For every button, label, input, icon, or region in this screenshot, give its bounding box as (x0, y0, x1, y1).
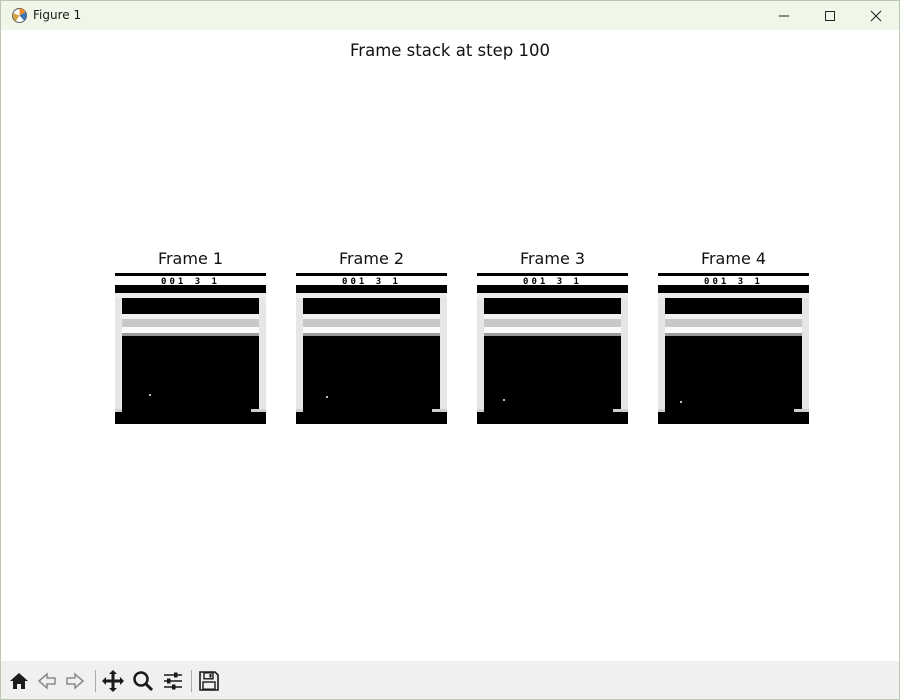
ball (149, 394, 151, 396)
frame-1-title: Frame 1 (157, 249, 224, 268)
right-wall (802, 293, 809, 413)
window-title: Figure 1 (33, 8, 82, 22)
minimize-button[interactable] (761, 1, 807, 30)
right-wall (259, 293, 266, 413)
close-button[interactable] (853, 1, 899, 30)
frame-4-image: 001 3 1 (658, 273, 809, 424)
figure-window: Figure 1 Frame stack at step 100 Frame 1… (0, 0, 900, 700)
stripe-2 (303, 319, 440, 327)
stripe-3 (303, 327, 440, 333)
top-marker (206, 336, 213, 340)
stripe-3 (122, 327, 259, 333)
stripe-1 (303, 314, 440, 319)
left-paddle (115, 409, 122, 412)
top-wall (477, 293, 628, 298)
ball (503, 399, 505, 401)
back-button[interactable] (35, 669, 59, 693)
playfield (665, 336, 802, 424)
right-paddle (251, 409, 266, 412)
toolbar-separator (191, 670, 192, 692)
save-button[interactable] (197, 669, 221, 693)
playfield (122, 336, 259, 424)
stripe-4 (303, 333, 440, 336)
frame-gap (296, 285, 447, 293)
stripe-2 (665, 319, 802, 327)
figure-title: Frame stack at step 100 (350, 41, 550, 60)
frame-1-image: 001 3 1 (115, 273, 266, 424)
matplotlib-app-icon (12, 8, 27, 23)
frame-2-image: 001 3 1 (296, 273, 447, 424)
stripe-4 (665, 333, 802, 336)
upper-block (122, 298, 259, 314)
left-paddle (477, 409, 484, 412)
bottom-strip (658, 412, 809, 424)
configure-subplots-button[interactable] (161, 669, 185, 693)
stripe-1 (484, 314, 621, 319)
upper-block (303, 298, 440, 314)
forward-button[interactable] (63, 669, 87, 693)
right-paddle (432, 409, 447, 412)
stripe-3 (665, 327, 802, 333)
ball (326, 396, 328, 398)
right-wall (621, 293, 628, 413)
top-wall (296, 293, 447, 298)
frame-gap (477, 285, 628, 293)
stripe-1 (122, 314, 259, 319)
left-wall (115, 293, 122, 413)
top-wall (115, 293, 266, 298)
back-icon (37, 672, 56, 690)
save-icon (199, 671, 219, 691)
upper-block (484, 298, 621, 314)
configure-subplots-icon (164, 672, 182, 690)
frame-gap (115, 285, 266, 293)
top-wall (658, 293, 809, 298)
upper-block (665, 298, 802, 314)
navigation-toolbar (1, 661, 899, 699)
maximize-button[interactable] (807, 1, 853, 30)
forward-icon (66, 672, 85, 690)
zoom-icon (133, 671, 154, 692)
right-wall (440, 293, 447, 413)
bottom-strip (477, 412, 628, 424)
frame-2-title: Frame 2 (338, 249, 405, 268)
ball (680, 401, 682, 403)
stripe-2 (122, 319, 259, 327)
left-paddle (296, 409, 303, 412)
top-marker (749, 336, 756, 340)
home-button[interactable] (7, 669, 31, 693)
stripe-4 (122, 333, 259, 336)
playfield (303, 336, 440, 424)
pan-icon (102, 670, 124, 692)
maximize-icon (825, 10, 835, 21)
right-paddle (794, 409, 809, 412)
left-wall (477, 293, 484, 413)
home-icon (10, 673, 28, 689)
stripe-4 (484, 333, 621, 336)
bottom-strip (296, 412, 447, 424)
figure-canvas[interactable]: Frame stack at step 100 Frame 1 001 3 1 … (1, 30, 899, 661)
title-bar[interactable]: Figure 1 (1, 1, 899, 30)
minimize-icon (779, 15, 789, 16)
close-icon (870, 10, 882, 21)
toolbar-separator (95, 670, 96, 692)
left-wall (296, 293, 303, 413)
left-wall (658, 293, 665, 413)
bottom-strip (115, 412, 266, 424)
stripe-3 (484, 327, 621, 333)
frame-4-title: Frame 4 (700, 249, 767, 268)
right-paddle (613, 409, 628, 412)
pan-button[interactable] (101, 669, 125, 693)
top-marker (568, 336, 575, 340)
frame-3-title: Frame 3 (519, 249, 586, 268)
top-marker (387, 336, 394, 340)
playfield (484, 336, 621, 424)
frame-3-image: 001 3 1 (477, 273, 628, 424)
stripe-1 (665, 314, 802, 319)
zoom-button[interactable] (131, 669, 155, 693)
left-paddle (658, 409, 665, 412)
stripe-2 (484, 319, 621, 327)
frame-gap (658, 285, 809, 293)
